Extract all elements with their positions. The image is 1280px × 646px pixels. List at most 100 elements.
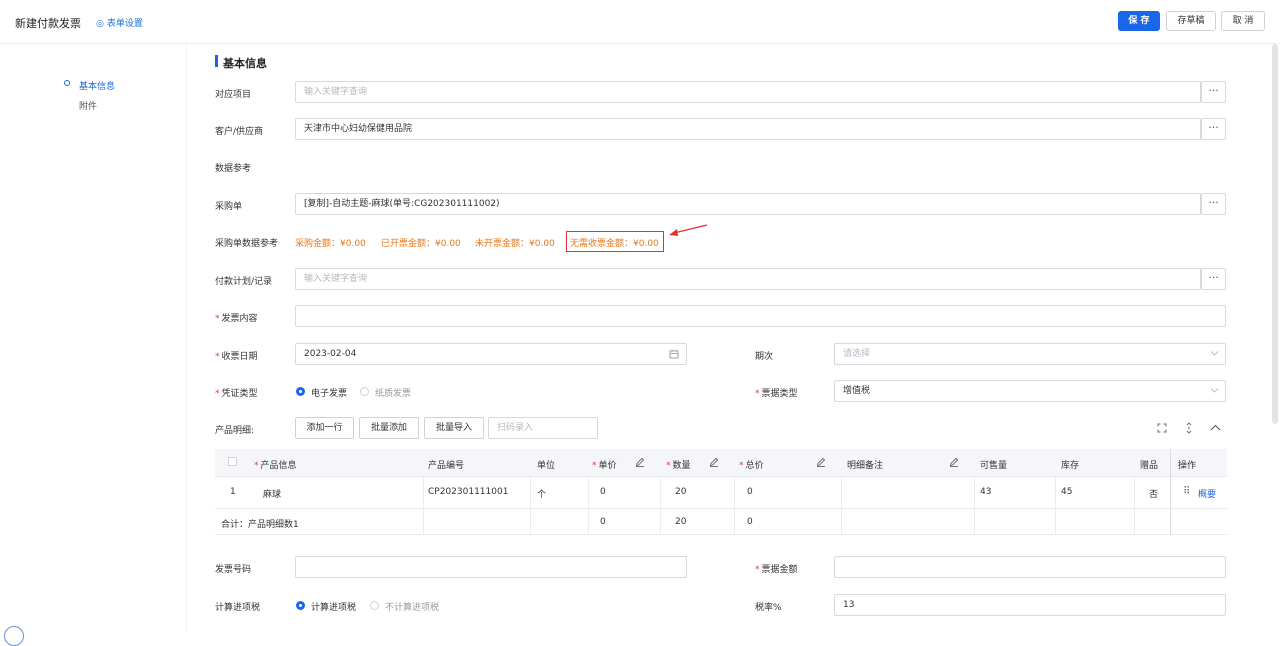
radio-electronic-label[interactable]: 电子发票 bbox=[311, 386, 347, 399]
summary-quantity: 20 bbox=[675, 517, 687, 527]
row-unit: 个 bbox=[537, 490, 547, 500]
more-icon[interactable]: ··· bbox=[1201, 268, 1226, 290]
column-divider bbox=[734, 476, 735, 534]
calc-tax-label: 计算进项税 bbox=[215, 603, 261, 613]
radio-electronic[interactable] bbox=[296, 387, 305, 396]
radio-calc-tax[interactable] bbox=[296, 601, 305, 610]
save-button[interactable]: 保 存 bbox=[1118, 11, 1160, 31]
form-settings-link[interactable]: ◎ 表单设置 bbox=[96, 16, 143, 29]
expand-height-icon[interactable] bbox=[1185, 422, 1193, 434]
cancel-button[interactable]: 取 消 bbox=[1221, 11, 1265, 31]
receive-date-input[interactable]: 2023-02-04 bbox=[295, 343, 687, 365]
payment-plan-placeholder: 输入关键字查询 bbox=[304, 274, 368, 284]
select-all-checkbox[interactable] bbox=[228, 457, 237, 466]
invoice-content-label: * 发票内容 bbox=[215, 314, 258, 324]
receive-date-value: 2023-02-04 bbox=[304, 349, 357, 359]
add-row-button[interactable]: 添加一行 bbox=[295, 417, 354, 439]
edit-icon[interactable] bbox=[709, 457, 719, 467]
col-product-info: * 产品信息 bbox=[254, 461, 297, 471]
more-icon[interactable]: ··· bbox=[1201, 81, 1226, 103]
bill-type-label: * 票据类型 bbox=[755, 389, 798, 399]
col-product-code: 产品编号 bbox=[428, 461, 465, 471]
col-action: 操作 bbox=[1178, 461, 1197, 471]
bill-amount-input[interactable] bbox=[834, 556, 1226, 578]
radio-no-calc-tax-label[interactable]: 不计算进项税 bbox=[385, 600, 439, 613]
column-divider bbox=[530, 476, 531, 534]
batch-import-button[interactable]: 批量导入 bbox=[424, 417, 484, 439]
vertical-scrollbar[interactable] bbox=[1272, 44, 1278, 424]
column-divider bbox=[841, 476, 842, 534]
batch-add-button[interactable]: 批量添加 bbox=[359, 417, 419, 439]
period-select[interactable]: 请选择 bbox=[834, 343, 1226, 365]
highlight-box bbox=[566, 231, 664, 252]
scan-placeholder: 扫码录入 bbox=[497, 423, 534, 433]
col-total-price: * 总价 bbox=[739, 461, 764, 471]
row-unit-price[interactable]: 0 bbox=[600, 487, 606, 497]
purchase-label: 采购单 bbox=[215, 202, 243, 212]
edit-icon[interactable] bbox=[635, 457, 645, 467]
customer-label: 客户/供应商 bbox=[215, 127, 264, 137]
section-title: 基本信息 bbox=[223, 57, 267, 70]
nav-item-basic-info[interactable]: 基本信息 bbox=[79, 79, 115, 92]
row-quantity[interactable]: 20 bbox=[675, 487, 686, 497]
column-divider bbox=[588, 476, 589, 534]
purchase-amount: 采购金额：¥0.00 bbox=[295, 239, 366, 249]
arrow-icon bbox=[669, 224, 708, 236]
calendar-icon[interactable] bbox=[669, 349, 679, 359]
active-dot-icon bbox=[64, 80, 70, 86]
radio-paper-label[interactable]: 纸质发票 bbox=[375, 386, 411, 399]
customer-input[interactable]: 天津市中心妇幼保健用品院 bbox=[295, 118, 1201, 140]
payment-plan-label: 付款计划/记录 bbox=[215, 277, 273, 287]
invoiced-amount: 已开票金额：¥0.00 bbox=[381, 239, 461, 249]
column-divider bbox=[1170, 449, 1171, 534]
period-placeholder: 请选择 bbox=[843, 349, 871, 359]
nav-item-attachments[interactable]: 附件 bbox=[79, 99, 97, 112]
col-gift: 赠品 bbox=[1140, 461, 1159, 471]
purchase-ref-label: 采购单数据参考 bbox=[215, 239, 279, 249]
summary-total: 0 bbox=[747, 517, 753, 527]
floating-help-icon[interactable] bbox=[4, 626, 24, 646]
tax-rate-input[interactable]: 13 bbox=[834, 594, 1226, 616]
col-unit: 单位 bbox=[537, 461, 556, 471]
settings-icon: ◎ bbox=[96, 19, 104, 29]
radio-calc-tax-label[interactable]: 计算进项税 bbox=[311, 600, 356, 613]
row-gift: 否 bbox=[1149, 490, 1159, 500]
row-summary-link[interactable]: 概要 bbox=[1198, 487, 1216, 500]
invoice-no-input[interactable] bbox=[295, 556, 687, 578]
summary-label: 合计：产品明细数1 bbox=[221, 520, 299, 530]
row-divider bbox=[215, 508, 1227, 509]
form-settings-label: 表单设置 bbox=[106, 19, 143, 29]
row-stock: 45 bbox=[1061, 487, 1073, 497]
col-detail-note: 明细备注 bbox=[847, 461, 884, 471]
scan-input[interactable]: 扫码录入 bbox=[488, 417, 598, 439]
left-nav bbox=[0, 44, 187, 632]
column-divider bbox=[423, 476, 424, 534]
invoice-content-input[interactable] bbox=[295, 305, 1226, 327]
row-product-name[interactable]: 麻球 bbox=[263, 487, 281, 500]
purchase-input[interactable]: [复制]-自动主题-麻球(单号:CG202301111002) bbox=[295, 193, 1201, 215]
more-icon[interactable]: ··· bbox=[1201, 193, 1226, 215]
chevron-down-icon bbox=[1210, 388, 1219, 393]
edit-icon[interactable] bbox=[816, 457, 826, 467]
more-icon[interactable]: ··· bbox=[1201, 118, 1226, 140]
radio-no-calc-tax[interactable] bbox=[370, 601, 379, 610]
project-placeholder: 输入关键字查询 bbox=[304, 87, 368, 97]
bill-type-select[interactable]: 增值税 bbox=[834, 380, 1226, 402]
row-total[interactable]: 0 bbox=[747, 487, 753, 497]
edit-icon[interactable] bbox=[949, 457, 959, 467]
drag-handle-icon[interactable]: ⠿ bbox=[1183, 486, 1190, 497]
project-input[interactable]: 输入关键字查询 bbox=[295, 81, 1201, 103]
radio-paper[interactable] bbox=[360, 387, 369, 396]
row-sellable: 43 bbox=[980, 487, 992, 497]
table-bottom-line bbox=[215, 534, 1227, 535]
fullscreen-icon[interactable] bbox=[1157, 423, 1167, 433]
data-ref-label: 数据参考 bbox=[215, 164, 252, 174]
column-divider bbox=[1134, 476, 1135, 534]
save-draft-button[interactable]: 存草稿 bbox=[1166, 11, 1216, 31]
column-divider bbox=[660, 476, 661, 534]
products-label: 产品明细: bbox=[215, 426, 255, 436]
page-title: 新建付款发票 bbox=[15, 17, 81, 30]
payment-plan-input[interactable]: 输入关键字查询 bbox=[295, 268, 1201, 290]
section-marker bbox=[215, 55, 218, 67]
chevron-up-icon[interactable] bbox=[1210, 424, 1221, 431]
